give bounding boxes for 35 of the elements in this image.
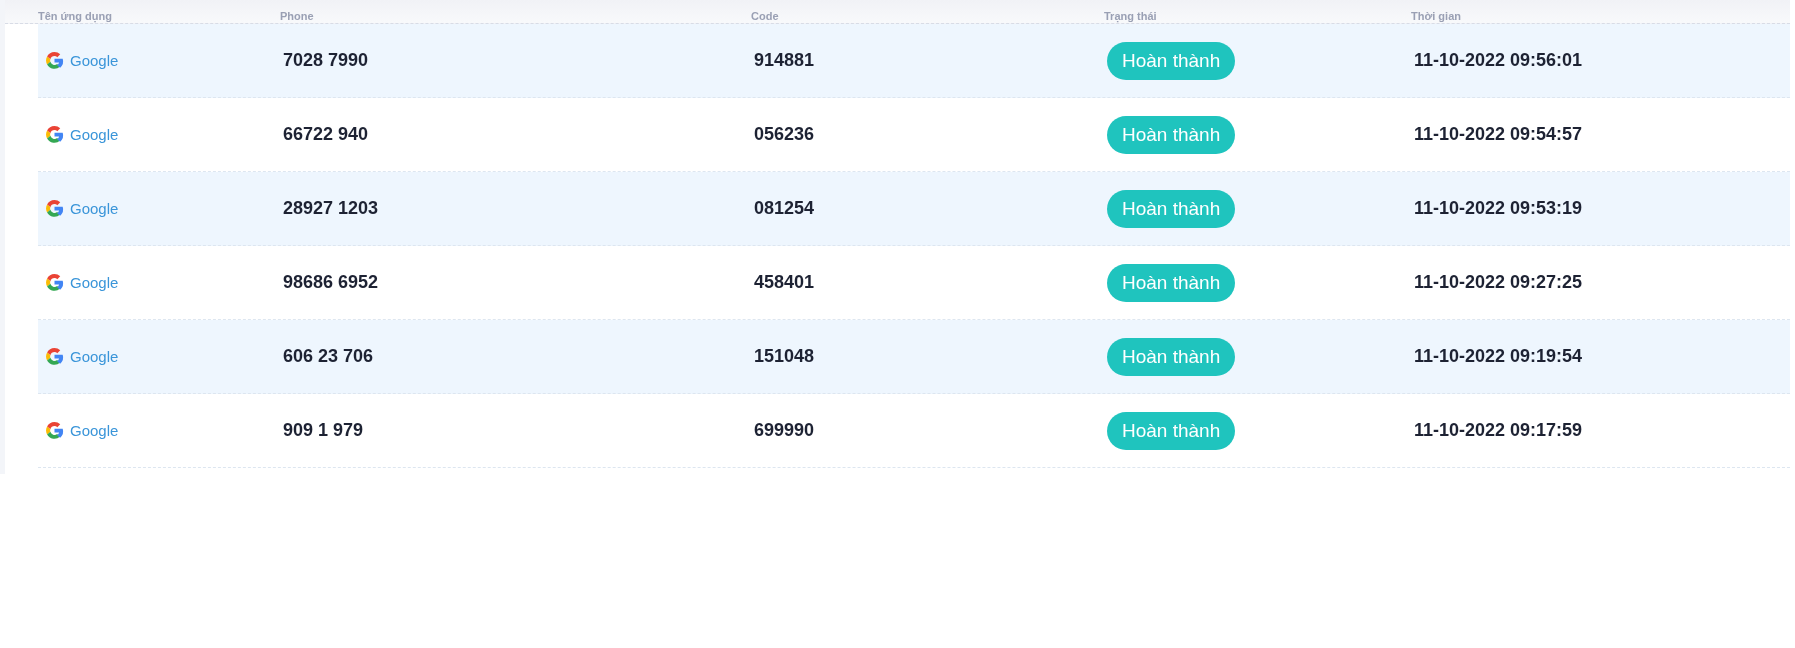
timestamp: 11-10-2022 09:27:25 (1414, 272, 1583, 293)
timestamp: 11-10-2022 09:54:57 (1414, 124, 1583, 145)
status-badge: Hoàn thành (1107, 337, 1236, 376)
verification-code: 081254 (754, 198, 815, 219)
phone-number: 66722 940 (283, 124, 369, 145)
app-name: Google (70, 200, 119, 217)
app-name: Google (70, 126, 119, 143)
status-badge: Hoàn thành (1107, 189, 1236, 228)
phone-number: 909 1 979 (283, 420, 364, 441)
timestamp: 11-10-2022 09:17:59 (1414, 420, 1583, 441)
column-header: Thời gian (1411, 10, 1462, 23)
column-header: Trạng thái (1104, 10, 1158, 23)
verification-code: 699990 (754, 420, 815, 441)
timestamp: 11-10-2022 09:53:19 (1414, 198, 1583, 219)
status-badge: Hoàn thành (1107, 263, 1236, 302)
app-name: Google (70, 52, 119, 69)
phone-number: 606 23 706 (283, 346, 374, 367)
timestamp: 11-10-2022 09:56:01 (1414, 50, 1583, 71)
status-badge: Hoàn thành (1107, 411, 1236, 450)
verification-code: 151048 (754, 346, 815, 367)
timestamp: 11-10-2022 09:19:54 (1414, 346, 1583, 367)
column-header: Code (751, 10, 780, 23)
app-name: Google (70, 348, 119, 365)
app-name: Google (70, 274, 119, 291)
column-header: Tên ứng dụng (38, 10, 113, 23)
phone-number: 7028 7990 (283, 50, 369, 71)
app-name: Google (70, 422, 119, 439)
verification-code: 914881 (754, 50, 815, 71)
status-badge: Hoàn thành (1107, 41, 1236, 80)
phone-number: 98686 6952 (283, 272, 379, 293)
verification-code: 458401 (754, 272, 815, 293)
verification-code: 056236 (754, 124, 815, 145)
phone-number: 28927 1203 (283, 198, 379, 219)
status-badge: Hoàn thành (1107, 115, 1236, 154)
column-header: Phone (280, 10, 315, 23)
